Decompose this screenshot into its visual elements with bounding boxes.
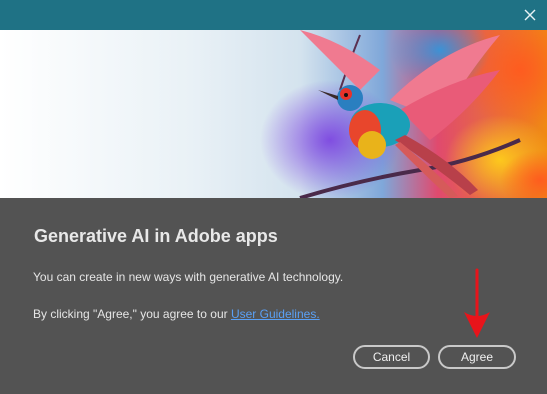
arrow-down-icon — [464, 268, 490, 338]
banner-image — [0, 30, 547, 198]
agree-button[interactable]: Agree — [438, 345, 516, 369]
cancel-button[interactable]: Cancel — [353, 345, 430, 369]
dialog-description: You can create in new ways with generati… — [33, 270, 344, 284]
user-guidelines-link[interactable]: User Guidelines. — [231, 307, 320, 321]
close-button[interactable] — [521, 6, 539, 24]
agreement-prefix: By clicking "Agree," you agree to our — [33, 307, 231, 321]
title-bar — [0, 0, 547, 30]
dialog-title: Generative AI in Adobe apps — [34, 226, 278, 246]
generative-ai-dialog: Generative AI in Adobe apps You can crea… — [0, 0, 547, 394]
close-icon — [524, 9, 536, 21]
agreement-text: By clicking "Agree," you agree to our Us… — [33, 307, 320, 321]
